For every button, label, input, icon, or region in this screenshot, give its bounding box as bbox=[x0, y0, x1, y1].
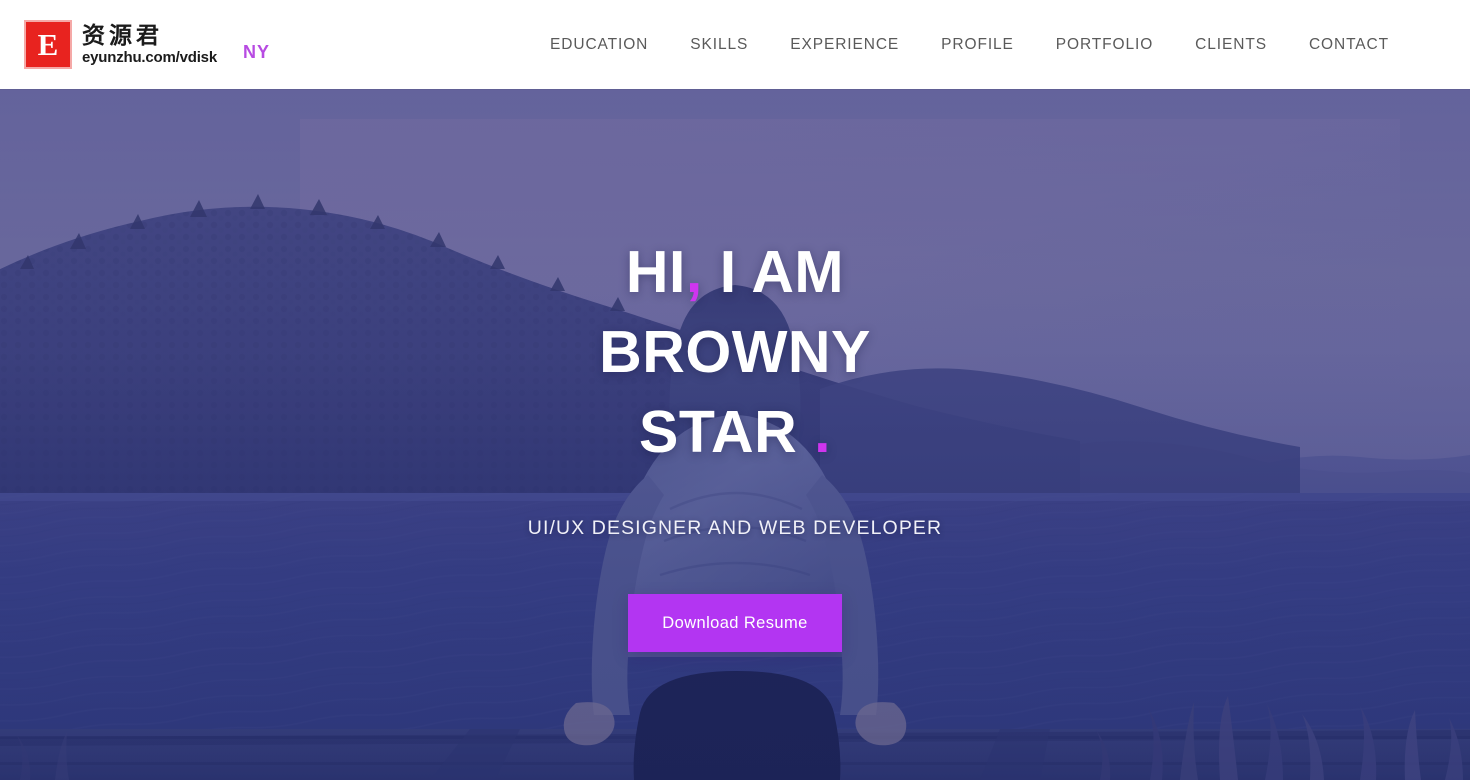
hero-section: HI, I AM BROWNY STAR . UI/UX DESIGNER AN… bbox=[0, 89, 1470, 780]
hero-title-line-2: BROWNY bbox=[599, 319, 871, 385]
nav-item-experience[interactable]: EXPERIENCE bbox=[769, 36, 920, 54]
nav-item-education[interactable]: EDUCATION bbox=[529, 36, 669, 54]
brand-name-cn: 资源君 bbox=[82, 22, 163, 49]
nav-item-contact[interactable]: CONTACT bbox=[1288, 36, 1410, 54]
main-navigation: EDUCATION SKILLS EXPERIENCE PROFILE PORT… bbox=[529, 36, 1410, 54]
hero-title: HI, I AM BROWNY STAR . bbox=[0, 232, 1470, 472]
site-header: E 资源君 eyunzhu.com/vdisk NY EDUCATION SKI… bbox=[0, 0, 1470, 89]
nav-item-skills[interactable]: SKILLS bbox=[669, 36, 769, 54]
download-resume-button[interactable]: Download Resume bbox=[628, 594, 842, 652]
hero-title-line-1: HI, I AM bbox=[0, 232, 1470, 312]
brand-text: 资源君 eyunzhu.com/vdisk bbox=[82, 24, 217, 65]
hero-content: HI, I AM BROWNY STAR . UI/UX DESIGNER AN… bbox=[0, 89, 1470, 780]
hero-title-comma-accent: , bbox=[685, 239, 703, 305]
hero-title-hi: HI bbox=[625, 239, 686, 305]
brand-mark-icon: E bbox=[24, 20, 72, 69]
nav-item-profile[interactable]: PROFILE bbox=[920, 36, 1035, 54]
brand-badge-ny: NY bbox=[242, 42, 270, 62]
brand-mark-letter: E bbox=[31, 27, 65, 62]
nav-item-portfolio[interactable]: PORTFOLIO bbox=[1035, 36, 1174, 54]
hero-title-iam: I AM bbox=[719, 239, 845, 305]
hero-subtitle: UI/UX DESIGNER AND WEB DEVELOPER bbox=[527, 517, 943, 539]
brand-url: eyunzhu.com/vdisk bbox=[82, 49, 217, 67]
hero-title-star: STAR bbox=[638, 399, 798, 465]
brand-logo[interactable]: E 资源君 eyunzhu.com/vdisk NY bbox=[24, 20, 270, 69]
nav-item-clients[interactable]: CLIENTS bbox=[1174, 36, 1288, 54]
hero-title-line-3: STAR . bbox=[0, 392, 1470, 472]
hero-title-dot-accent: . bbox=[814, 399, 832, 465]
